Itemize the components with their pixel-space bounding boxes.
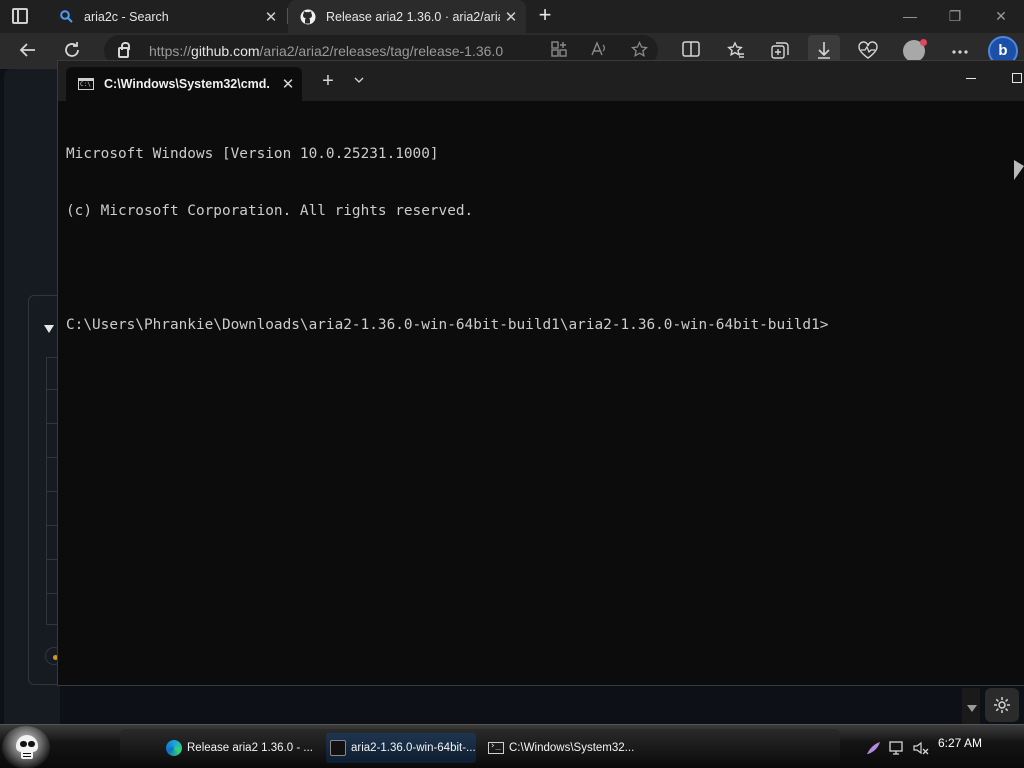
terminal-output[interactable]: Microsoft Windows [Version 10.0.25231.10… (66, 107, 1016, 373)
expand-triangle-icon[interactable] (44, 325, 54, 333)
close-window-icon[interactable]: ✕ (986, 6, 1016, 26)
skull-icon (15, 735, 39, 760)
terminal-dropdown-chevron-icon[interactable] (352, 73, 366, 87)
terminal-tab[interactable]: C:\Windows\System32\cmd.e ✕ (66, 67, 302, 101)
close-terminal-tab-icon[interactable]: ✕ (278, 75, 298, 93)
cmd-prompt-icon (78, 78, 94, 90)
desktop: aria2c - Search ✕ Release aria2 1.36.0 ·… (0, 0, 1024, 768)
edge-icon (166, 740, 182, 756)
refresh-icon[interactable] (62, 41, 82, 61)
volume-muted-icon[interactable] (913, 740, 929, 756)
github-icon (300, 9, 316, 25)
terminal-line: (c) Microsoft Corporation. All rights re… (66, 203, 474, 219)
close-tab-icon[interactable]: ✕ (500, 8, 522, 26)
taskbar-item-label: aria2-1.36.0-win-64bit-... (351, 742, 476, 754)
more-options-icon[interactable] (950, 41, 970, 61)
profile-avatar[interactable] (903, 39, 927, 62)
collections-icon[interactable] (770, 41, 790, 61)
taskbar-item-label: Release aria2 1.36.0 - ... (187, 742, 313, 754)
favorites-icon[interactable] (726, 41, 746, 61)
tab-title: aria2c - Search (84, 9, 169, 24)
terminal-line: Microsoft Windows [Version 10.0.25231.10… (66, 146, 439, 162)
app-available-icon[interactable] (549, 41, 569, 61)
close-tab-icon[interactable]: ✕ (260, 8, 282, 26)
terminal-window[interactable]: C:\Windows\System32\cmd.e ✕ + Microsoft … (57, 60, 1024, 686)
search-icon (58, 9, 74, 25)
new-tab-button[interactable]: + (534, 4, 556, 26)
terminal-tab-title: C:\Windows\System32\cmd.e (104, 77, 270, 91)
read-aloud-icon[interactable] (589, 41, 609, 61)
split-screen-icon[interactable] (681, 41, 701, 61)
terminal-prompt[interactable]: C:\Users\Phrankie\Downloads\aria2-1.36.0… (66, 316, 1016, 335)
terminal-minimize-icon[interactable] (964, 71, 978, 85)
terminal-new-tab-button[interactable]: + (320, 71, 336, 91)
terminal-maximize-icon[interactable] (1012, 73, 1022, 83)
browser-tab-strip: aria2c - Search ✕ Release aria2 1.36.0 ·… (0, 0, 1024, 33)
url-text[interactable]: https://github.com/aria2/aria2/releases/… (149, 43, 503, 59)
download-icon[interactable] (814, 41, 834, 61)
browser-essentials-icon[interactable] (858, 41, 878, 61)
minimize-window-icon[interactable]: — (895, 6, 925, 26)
terminal-titlebar[interactable]: C:\Windows\System32\cmd.e ✕ + (58, 61, 1024, 101)
back-arrow-icon[interactable] (18, 41, 38, 61)
taskbar-item-terminal[interactable]: C:\Windows\System32... (488, 733, 638, 763)
taskbar-item-label: C:\Windows\System32... (509, 742, 635, 754)
restore-window-icon[interactable]: ❐ (940, 6, 970, 26)
terminal-icon (488, 741, 504, 754)
favorite-star-icon[interactable] (629, 40, 649, 61)
mouse-pointer-icon (1014, 160, 1024, 180)
folder-icon (330, 740, 346, 756)
scroll-down-arrow-icon[interactable] (967, 705, 977, 712)
start-button[interactable] (2, 726, 50, 768)
network-icon[interactable] (889, 740, 905, 756)
tab-title: Release aria2 1.36.0 · aria2/aria2 (326, 9, 500, 24)
taskbar-clock[interactable]: 6:27 AM (938, 736, 982, 750)
taskbar: Release aria2 1.36.0 - ... aria2-1.36.0-… (0, 724, 1024, 768)
feather-icon[interactable] (865, 740, 881, 756)
taskbar-item-folder[interactable]: aria2-1.36.0-win-64bit-... (326, 733, 476, 763)
sidebar-settings-gear-icon[interactable] (985, 688, 1019, 722)
taskbar-item-edge[interactable]: Release aria2 1.36.0 - ... (166, 733, 316, 763)
lock-icon[interactable] (118, 42, 130, 58)
browser-tab-aria2c-search[interactable]: aria2c - Search ✕ (46, 0, 286, 33)
browser-tab-aria2-release[interactable]: Release aria2 1.36.0 · aria2/aria2 ✕ (288, 0, 526, 33)
tab-actions-icon[interactable] (12, 8, 28, 24)
